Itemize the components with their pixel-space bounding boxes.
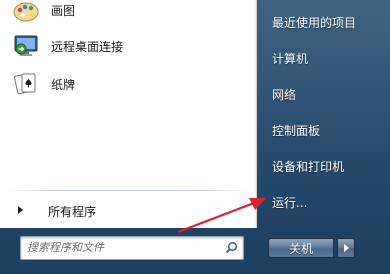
program-label: 纸牌 [51, 77, 76, 92]
shutdown-options-button[interactable] [337, 238, 355, 258]
program-item-paint[interactable]: 画图 [0, 0, 256, 28]
paint-icon [13, 2, 39, 22]
remote-desktop-icon [14, 35, 38, 56]
all-programs-button[interactable]: 所有程序 [0, 198, 256, 224]
program-item-remote-desktop[interactable]: 远程桌面连接 [0, 28, 256, 64]
solitaire-icon [14, 73, 36, 95]
chevron-right-icon [344, 244, 349, 252]
search-box[interactable] [20, 236, 244, 260]
start-menu: 画图 远程桌面连接 纸牌 所有程序 搜索程序和文件 最近使用的项目 计算机 网络… [0, 0, 390, 274]
program-label: 画图 [51, 3, 76, 18]
chevron-right-icon [18, 206, 23, 214]
separator [8, 190, 248, 191]
menu-item-control-panel[interactable]: 控制面板 [272, 120, 320, 142]
menu-item-network[interactable]: 网络 [272, 84, 296, 106]
shutdown-button[interactable]: 关机 [268, 238, 334, 258]
search-input[interactable] [27, 239, 217, 255]
programs-panel: 画图 远程桌面连接 纸牌 所有程序 [0, 0, 257, 228]
menu-item-devices-printers[interactable]: 设备和打印机 [272, 156, 344, 178]
menu-item-run[interactable]: 运行... [272, 192, 307, 214]
menu-item-recent-items[interactable]: 最近使用的项目 [272, 12, 356, 34]
program-item-solitaire[interactable]: 纸牌 [0, 66, 256, 102]
search-icon[interactable] [225, 241, 238, 254]
program-label: 远程桌面连接 [51, 39, 124, 54]
all-programs-label: 所有程序 [48, 205, 97, 219]
menu-item-computer[interactable]: 计算机 [272, 48, 308, 70]
